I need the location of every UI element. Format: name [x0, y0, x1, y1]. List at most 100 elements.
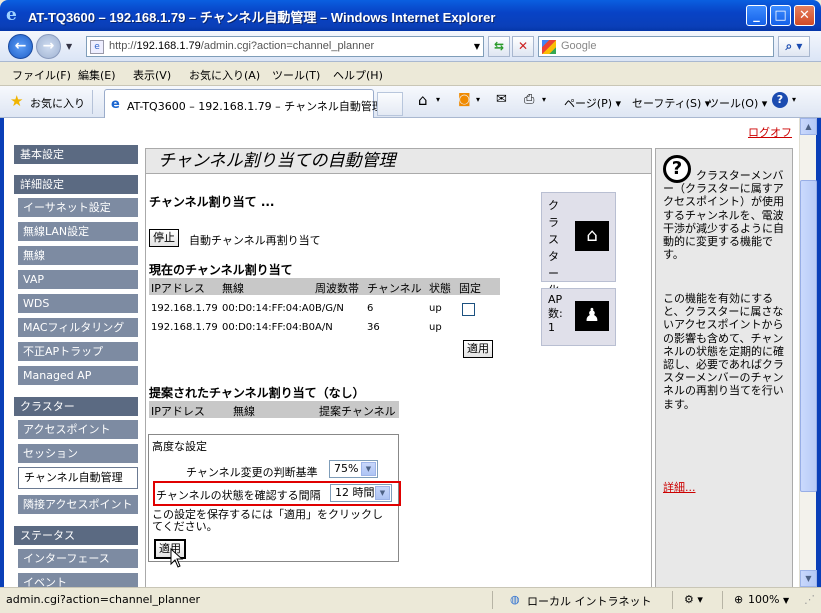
interval-value: 12 時間: [335, 486, 375, 499]
scroll-thumb[interactable]: [800, 180, 817, 492]
current-table-header: IPアドレス 無線 周波数帯 チャンネル 状態 固定: [149, 278, 500, 295]
zoom-dropdown-icon[interactable]: ▼: [783, 596, 789, 605]
chevron-down-icon[interactable]: ▼: [375, 486, 390, 500]
help-panel: ? クラスターメンバー（クラスターに属すアクセスポイント）が使用するチャンネルを…: [655, 148, 793, 587]
maximize-button[interactable]: □: [770, 5, 791, 26]
menu-bar: ファイル(F) 編集(E) 表示(V) お気に入り(A) ツール(T) ヘルプ(…: [0, 62, 821, 86]
search-input[interactable]: Google: [538, 36, 774, 57]
stop-load-button[interactable]: ✕: [512, 36, 534, 57]
sidebar-item-cluster[interactable]: クラスター: [14, 397, 138, 417]
page-icon: e: [90, 40, 104, 54]
menu-tools[interactable]: ツール(T): [272, 67, 320, 83]
close-button[interactable]: ✕: [794, 5, 815, 26]
ie-logo-icon: e: [6, 5, 17, 25]
sidebar-item-sessions[interactable]: セッション: [18, 444, 138, 464]
menu-view[interactable]: 表示(V): [133, 67, 171, 83]
menu-file[interactable]: ファイル(F): [12, 67, 71, 83]
advanced-heading: 高度な設定: [152, 440, 207, 453]
address-input[interactable]: e http://192.168.1.79/admin.cgi?action=c…: [86, 36, 484, 57]
sidebar-item-rogue-ap[interactable]: 不正APトラップ: [18, 342, 138, 362]
status-divider: [672, 591, 673, 609]
search-button[interactable]: ⌕ ▾: [778, 36, 810, 57]
window-title-bar[interactable]: e AT-TQ3600 – 192.168.1.79 – チャンネル自動管理 –…: [0, 0, 821, 31]
sidebar-item-managed-ap[interactable]: Managed AP: [18, 366, 138, 386]
status-zone: ローカル イントラネット: [527, 595, 652, 608]
history-dropdown-icon[interactable]: ▼: [66, 42, 72, 51]
refresh-button[interactable]: ⇆: [488, 36, 510, 57]
help-more-link[interactable]: 詳細...: [663, 479, 696, 495]
address-dropdown-icon[interactable]: ▼: [474, 42, 480, 51]
sidebar-item-channel-management[interactable]: チャンネル自動管理: [18, 467, 138, 489]
proposed-heading: 提案されたチャンネル割り当て（なし）: [149, 386, 365, 400]
minimize-button[interactable]: _: [746, 5, 767, 26]
stop-description: 自動チャンネル再割り当て: [189, 234, 321, 247]
fixed-checkbox[interactable]: [462, 303, 475, 316]
print-dropdown-icon[interactable]: ▾: [542, 95, 546, 104]
rss-dropdown-icon[interactable]: ▾: [476, 95, 480, 104]
menu-edit[interactable]: 編集(E): [78, 67, 116, 83]
address-toolbar: ← → ▼ e http://192.168.1.79/admin.cgi?ac…: [0, 31, 821, 62]
sidebar-item-events[interactable]: イベント: [18, 573, 138, 587]
proposed-table-header: IPアドレス 無線 提案チャンネル: [149, 401, 399, 418]
sidebar-item-status[interactable]: ステータス: [14, 526, 138, 546]
address-url: http://192.168.1.79/admin.cgi?action=cha…: [109, 40, 375, 52]
col-ip: IPアドレス: [151, 405, 205, 418]
page-menu[interactable]: ページ(P) ▾: [564, 95, 621, 111]
menu-favorites[interactable]: お気に入り(A): [189, 67, 260, 83]
col-proposed-channel: 提案チャンネル: [319, 405, 396, 418]
home-dropdown-icon[interactable]: ▾: [436, 95, 440, 104]
zoom-level[interactable]: 100%: [748, 593, 779, 606]
table-row: 192.168.1.79 00:D0:14:FF:04:A0 B/G/N 6 u…: [149, 301, 500, 318]
col-band: 周波数帯: [315, 282, 359, 295]
safety-menu[interactable]: セーフティ(S) ▾: [632, 95, 710, 111]
current-apply-button[interactable]: 適用: [463, 340, 493, 358]
save-note: この設定を保存するには「適用」をクリックしてください。: [152, 508, 383, 533]
sidebar-item-radio[interactable]: 無線: [18, 246, 138, 266]
zoom-icon[interactable]: ⊕: [734, 593, 743, 606]
scroll-down-icon[interactable]: ▼: [800, 570, 817, 587]
table-row: 192.168.1.79 00:D0:14:FF:04:B0 A/N 36 up: [149, 320, 500, 337]
new-tab-button[interactable]: [377, 92, 403, 116]
sidebar-item-mac-filter[interactable]: MACフィルタリング: [18, 318, 138, 338]
tools-menu[interactable]: ツール(O) ▾: [708, 95, 767, 111]
vertical-scrollbar[interactable]: ▲ ▼: [799, 118, 817, 587]
col-fixed: 固定: [459, 282, 481, 295]
print-icon[interactable]: ⎙: [524, 92, 534, 107]
chevron-down-icon[interactable]: ▼: [361, 462, 376, 476]
col-ip: IPアドレス: [151, 282, 205, 295]
home-icon[interactable]: ⌂: [418, 91, 428, 109]
sidebar-item-wlan[interactable]: 無線LAN設定: [18, 222, 138, 242]
stop-button[interactable]: 停止: [149, 229, 179, 247]
forward-button[interactable]: →: [36, 34, 61, 59]
cluster-icon: ⌂: [575, 221, 609, 251]
current-heading: 現在のチャンネル割り当て: [149, 263, 293, 277]
search-placeholder: Google: [561, 40, 597, 52]
sidebar-item-neighbor-ap[interactable]: 隣接アクセスポイント: [18, 495, 138, 515]
threshold-select[interactable]: 75% ▼: [329, 460, 378, 478]
back-button[interactable]: ←: [8, 34, 33, 59]
logout-link[interactable]: ログオフ: [748, 124, 792, 140]
protected-mode-icon[interactable]: ⚙ ▾: [684, 593, 703, 606]
help-icon[interactable]: ?: [772, 92, 788, 108]
sidebar-item-access-points[interactable]: アクセスポイント: [18, 420, 138, 440]
sidebar-item-advanced-settings[interactable]: 詳細設定: [14, 175, 138, 195]
sidebar-item-wds[interactable]: WDS: [18, 294, 138, 314]
row-ip: 192.168.1.79: [151, 322, 218, 333]
google-icon: [542, 40, 556, 54]
help-dropdown-icon[interactable]: ▾: [792, 95, 796, 104]
favorites-button[interactable]: お気に入り: [30, 95, 85, 111]
sidebar-item-basic-settings[interactable]: 基本設定: [14, 145, 138, 165]
resize-grip-icon[interactable]: ⋰: [804, 593, 815, 606]
menu-help[interactable]: ヘルプ(H): [333, 67, 383, 83]
rss-feed-icon[interactable]: ◙: [458, 92, 471, 107]
sidebar-item-vap[interactable]: VAP: [18, 270, 138, 290]
favorites-star-icon[interactable]: ★: [10, 92, 23, 110]
mouse-cursor-icon: [170, 548, 184, 568]
row-channel: 36: [367, 322, 380, 333]
sidebar-item-interfaces[interactable]: インターフェース: [18, 549, 138, 569]
browser-tab[interactable]: e AT-TQ3600 – 192.168.1.79 – チャンネル自動管理: [104, 89, 383, 118]
mail-icon[interactable]: ✉: [496, 92, 507, 107]
interval-select[interactable]: 12 時間 ▼: [330, 484, 392, 502]
scroll-up-icon[interactable]: ▲: [800, 118, 817, 135]
sidebar-item-ethernet[interactable]: イーサネット設定: [18, 198, 138, 218]
